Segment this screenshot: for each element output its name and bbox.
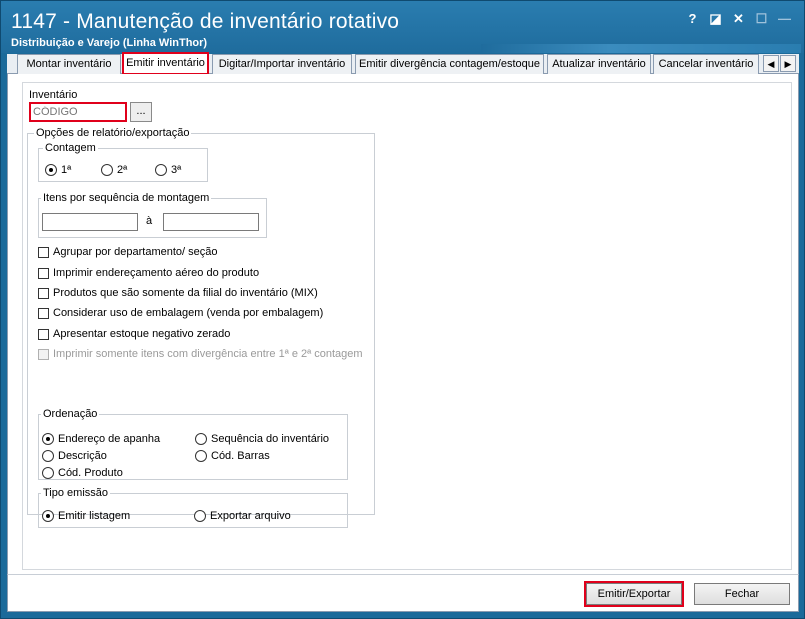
radio-icon [195,433,207,445]
check-uso-embalagem[interactable]: Considerar uso de embalagem (venda por e… [38,307,323,319]
ordenacao-descricao[interactable]: Descrição [42,450,107,462]
check-estoque-negativo[interactable]: Apresentar estoque negativo zerado [38,328,230,340]
tab-emitir-divergencia[interactable]: Emitir divergência contagem/estoque [355,54,544,74]
checkbox-icon [38,267,49,279]
check-label: Considerar uso de embalagem (venda por e… [53,307,324,319]
tab-strip: Montar inventário Emitir inventário Digi… [7,52,799,75]
opcoes-title: Opções de relatório/exportação [34,127,192,139]
checkbox-icon [38,348,49,360]
window-controls: ? ◪ ✕ ☐ — [681,9,796,29]
footer-bar: Emitir/Exportar Fechar [7,574,799,612]
tipo-exportar-arquivo[interactable]: Exportar arquivo [194,510,291,522]
radio-selected-icon [42,433,54,445]
tab-emitir-inventario[interactable]: Emitir inventário [122,52,209,75]
tipo-option-label: Exportar arquivo [210,510,291,522]
check-label: Imprimir somente itens com divergência e… [53,348,363,360]
contagem-option-3[interactable]: 3ª [155,164,181,176]
tab-content: Inventário ... Opções de relatório/expor… [7,74,799,574]
ordenacao-option-label: Descrição [58,450,107,462]
restore-panel-icon[interactable]: ◪ [704,9,727,29]
checkbox-icon [38,287,49,299]
check-label: Produtos que são somente da filial do in… [53,287,318,299]
itens-to-input[interactable] [163,213,259,231]
titlebar-decoration [481,44,801,53]
checkbox-icon [38,246,49,258]
check-somente-divergencia: Imprimir somente itens com divergência e… [38,348,372,360]
check-label: Agrupar por departamento/ seção [53,246,218,258]
main-window: 1147 - Manutenção de inventário rotativo… [0,0,805,619]
help-icon[interactable]: ? [681,9,704,29]
maximize-icon[interactable]: ☐ [750,9,773,29]
contagem-option-label: 3ª [171,164,182,176]
contagem-option-label: 2ª [117,164,128,176]
tipo-emissao-group: Tipo emissão Emitir listagem Exportar ar… [38,487,348,528]
inventario-code-input[interactable] [29,102,127,122]
ordenacao-option-label: Cód. Produto [58,467,123,479]
radio-selected-icon [42,510,54,522]
check-label: Imprimir endereçamento aéreo do produto [53,267,260,279]
check-agrupar-departamento[interactable]: Agrupar por departamento/ seção [38,246,218,258]
window-title: 1147 - Manutenção de inventário rotativo [11,10,400,33]
emitir-exportar-button[interactable]: Emitir/Exportar [584,581,684,607]
itens-from-input[interactable] [42,213,138,231]
window-subtitle: Distribuição e Varejo (Linha WinThor) [11,37,208,49]
inventario-label: Inventário [29,89,78,101]
ordenacao-sequencia-inventario[interactable]: Sequência do inventário [195,433,329,445]
checkbox-icon [38,328,49,340]
radio-selected-icon [45,164,57,176]
itens-sequencia-group: Itens por sequência de montagem à [38,192,267,238]
ordenacao-option-label: Cód. Barras [211,450,270,462]
contagem-option-1[interactable]: 1ª [45,164,71,176]
contagem-title: Contagem [43,142,98,154]
radio-icon [42,450,54,462]
ordenacao-option-label: Sequência do inventário [211,433,330,445]
radio-icon [195,450,207,462]
tab-digitar-importar-inventario[interactable]: Digitar/Importar inventário [212,54,352,74]
tab-next-icon[interactable]: ▶ [780,55,796,72]
minimize-icon[interactable]: — [773,9,796,29]
ordenacao-option-label: Endereço de apanha [58,433,161,445]
check-enderecamento-aereo[interactable]: Imprimir endereçamento aéreo do produto [38,267,259,279]
radio-icon [155,164,167,176]
title-bar[interactable]: 1147 - Manutenção de inventário rotativo… [1,1,804,53]
ordenacao-endereco-apanha[interactable]: Endereço de apanha [42,433,160,445]
radio-icon [194,510,206,522]
fechar-button[interactable]: Fechar [694,583,790,605]
tipo-emissao-title: Tipo emissão [41,487,111,499]
tab-montar-inventario[interactable]: Montar inventário [17,54,121,74]
ordenacao-cod-produto[interactable]: Cód. Produto [42,467,123,479]
ordenacao-cod-barras[interactable]: Cód. Barras [195,450,270,462]
ordenacao-group: Ordenação Endereço de apanha Sequência d… [38,408,348,480]
check-label: Apresentar estoque negativo zerado [53,328,231,340]
opcoes-group: Opções de relatório/exportação Contagem … [27,127,375,528]
contagem-group: Contagem 1ª 2ª 3ª [38,142,208,182]
itens-separator: à [146,215,153,227]
radio-icon [101,164,113,176]
contagem-option-2[interactable]: 2ª [101,164,127,176]
close-icon[interactable]: ✕ [727,9,750,29]
check-produtos-mix[interactable]: Produtos que são somente da filial do in… [38,287,318,299]
tab-cancelar-inventario[interactable]: Cancelar inventário [653,54,759,74]
tipo-option-label: Emitir listagem [58,510,131,522]
tab-prev-icon[interactable]: ◀ [763,55,779,72]
checkbox-icon [38,307,49,319]
contagem-option-label: 1ª [61,164,72,176]
tab-atualizar-inventario[interactable]: Atualizar inventário [547,54,651,74]
itens-sequencia-title: Itens por sequência de montagem [41,192,212,204]
ordenacao-title: Ordenação [41,408,100,420]
tipo-emitir-listagem[interactable]: Emitir listagem [42,510,130,522]
radio-icon [42,467,54,479]
inventario-browse-button[interactable]: ... [130,102,152,122]
emitir-panel: Inventário ... Opções de relatório/expor… [22,82,792,570]
